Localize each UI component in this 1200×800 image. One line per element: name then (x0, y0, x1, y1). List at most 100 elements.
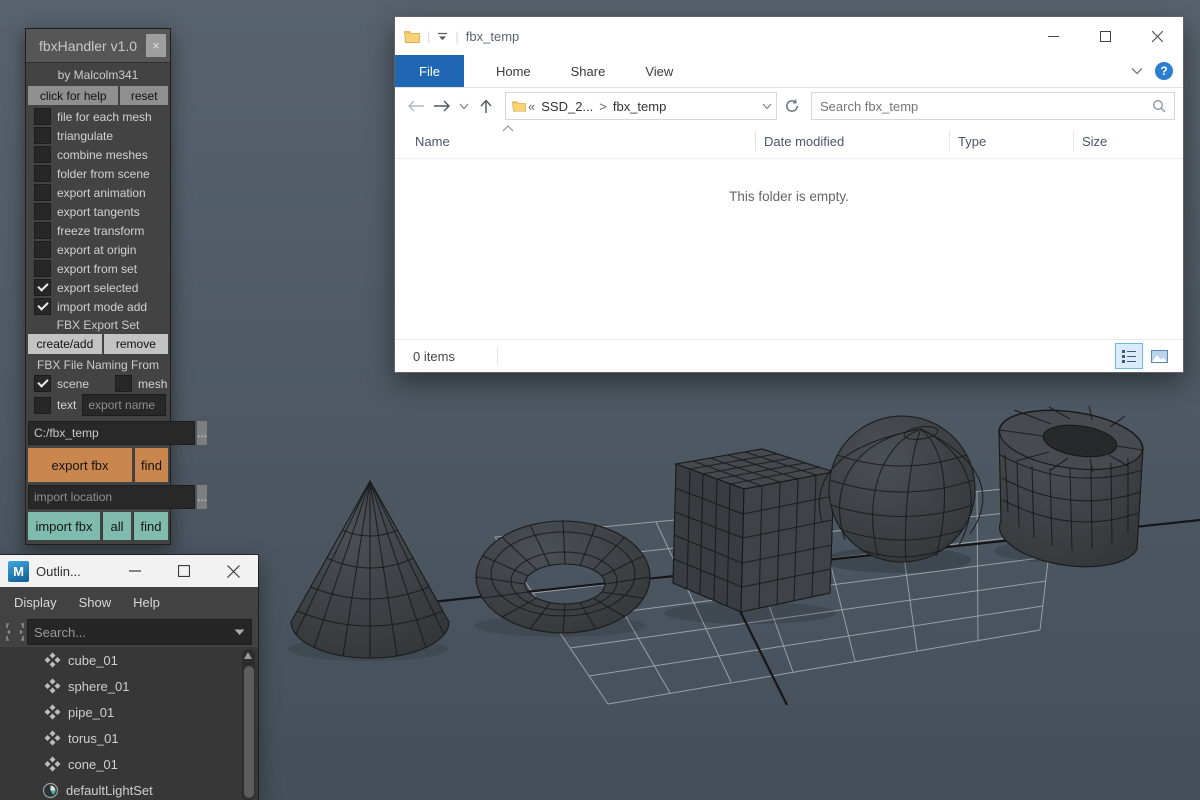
item-label: cone_01 (68, 756, 118, 772)
minimize-button[interactable] (1027, 17, 1079, 55)
maximize-icon[interactable] (178, 565, 190, 577)
cone-mesh[interactable] (290, 479, 450, 659)
outliner-item-default-light-set[interactable]: defaultLightSet (0, 777, 258, 800)
checkbox-text[interactable] (34, 396, 51, 414)
export-path-input[interactable] (28, 421, 195, 445)
item-label: sphere_01 (68, 678, 130, 694)
import-all-button[interactable]: all (102, 512, 131, 540)
export-find-button[interactable]: find (134, 448, 168, 482)
forward-button[interactable] (429, 100, 455, 112)
checkbox-file-for-each-mesh[interactable] (34, 108, 51, 125)
import-fbx-button[interactable]: import fbx (28, 512, 100, 540)
checkbox-import-mode-add[interactable] (34, 298, 51, 315)
breadcrumb-folder[interactable]: fbx_temp (613, 99, 666, 114)
refresh-button[interactable] (779, 93, 805, 119)
option-row: import mode add (28, 297, 168, 316)
outliner-item-pipe[interactable]: pipe_01 (0, 699, 258, 725)
breadcrumb-ellipsis[interactable]: « (528, 99, 535, 114)
expand-ribbon-chevron-icon[interactable] (1131, 67, 1143, 75)
minimize-icon[interactable] (129, 565, 141, 577)
pipe-mesh[interactable] (996, 402, 1146, 568)
checkbox-export-tangents[interactable] (34, 203, 51, 220)
filter-icon[interactable] (3, 620, 27, 644)
checkbox-export-selected[interactable] (34, 279, 51, 296)
recent-locations-button[interactable] (455, 103, 473, 110)
menu-display[interactable]: Display (14, 595, 57, 610)
close-icon[interactable] (227, 564, 240, 578)
export-fbx-button[interactable]: export fbx (28, 448, 132, 482)
import-browse-button[interactable]: ... (197, 485, 208, 509)
checkbox-scene[interactable] (34, 375, 51, 392)
option-row: freeze transform (28, 221, 168, 240)
address-bar[interactable]: « SSD_2... > fbx_temp (505, 92, 777, 120)
click-for-help-button[interactable]: click for help (28, 86, 119, 105)
fbx-handler-titlebar[interactable]: fbxHandler v1.0 × (26, 29, 170, 63)
tab-share[interactable]: Share (551, 55, 626, 87)
address-toolbar: « SSD_2... > fbx_temp Search fbx_temp (395, 88, 1183, 124)
mesh-icon (44, 678, 61, 694)
checkbox-export-at-origin[interactable] (34, 241, 51, 258)
checkbox-export-from-set[interactable] (34, 260, 51, 277)
details-view-icon (1121, 349, 1136, 363)
remove-button[interactable]: remove (103, 334, 168, 354)
checkbox-folder-from-scene[interactable] (34, 165, 51, 182)
mesh-icon (44, 704, 61, 720)
outliner-item-cone[interactable]: cone_01 (0, 751, 258, 777)
explorer-titlebar[interactable]: | | fbx_temp (395, 17, 1183, 55)
create-add-button[interactable]: create/add (28, 334, 102, 354)
cube-mesh[interactable] (672, 448, 835, 613)
outliner-item-cube[interactable]: cube_01 (0, 647, 258, 673)
address-dropdown-chevron-icon[interactable] (762, 103, 772, 110)
outliner-search-row: Search... (0, 617, 258, 647)
tab-file[interactable]: File (395, 55, 464, 87)
import-location-input[interactable] (28, 485, 195, 509)
outliner-scrollbar[interactable] (242, 649, 255, 800)
checkbox-export-animation[interactable] (34, 184, 51, 201)
option-row: combine meshes (28, 145, 168, 164)
search-box[interactable]: Search fbx_temp (811, 92, 1175, 120)
checkbox-label: export animation (57, 185, 146, 200)
quick-access-toolbar-icon[interactable] (437, 32, 448, 41)
back-button[interactable] (403, 100, 429, 112)
outliner-item-torus[interactable]: torus_01 (0, 725, 258, 751)
import-find-button[interactable]: find (133, 512, 168, 540)
column-header-name[interactable]: Name (395, 130, 755, 152)
menu-show[interactable]: Show (79, 595, 112, 610)
divider: | (455, 28, 459, 44)
scrollbar-thumb[interactable] (243, 666, 254, 798)
breadcrumb-drive[interactable]: SSD_2... (541, 99, 593, 114)
torus-mesh[interactable] (475, 520, 651, 634)
export-name-input[interactable] (82, 394, 167, 416)
column-header-size[interactable]: Size (1073, 130, 1179, 152)
column-headers: Name Date modified Type Size (395, 124, 1183, 159)
up-button[interactable] (473, 98, 499, 114)
option-row: triangulate (28, 126, 168, 145)
checkbox-freeze-transform[interactable] (34, 222, 51, 239)
close-button[interactable]: × (146, 34, 166, 57)
scroll-up-arrow-icon[interactable] (244, 652, 252, 659)
tab-home[interactable]: Home (476, 55, 551, 87)
checkbox-combine-meshes[interactable] (34, 146, 51, 163)
thumbnail-view-button[interactable] (1145, 343, 1173, 369)
maximize-button[interactable] (1079, 17, 1131, 55)
checkbox-triangulate[interactable] (34, 127, 51, 144)
details-view-button[interactable] (1115, 343, 1143, 369)
column-header-type[interactable]: Type (949, 130, 1073, 152)
fbx-export-set-label: FBX Export Set (56, 318, 140, 332)
sphere-mesh[interactable] (818, 415, 984, 563)
close-button[interactable] (1131, 17, 1183, 55)
outliner-menubar: Display Show Help (0, 587, 258, 617)
outliner-item-sphere[interactable]: sphere_01 (0, 673, 258, 699)
column-header-date-modified[interactable]: Date modified (755, 130, 949, 152)
tab-view[interactable]: View (625, 55, 693, 87)
reset-button[interactable]: reset (120, 86, 168, 105)
help-button[interactable]: ? (1155, 62, 1173, 80)
menu-help[interactable]: Help (133, 595, 160, 610)
outliner-titlebar[interactable]: M Outlin... (0, 555, 258, 587)
search-dropdown-chevron-icon[interactable] (234, 629, 245, 636)
export-browse-button[interactable]: ... (197, 421, 208, 445)
outliner-search-input[interactable]: Search... (27, 619, 252, 645)
checkbox-mesh[interactable] (115, 375, 133, 392)
breadcrumb-separator[interactable]: > (599, 99, 607, 114)
empty-folder-message: This folder is empty. (729, 189, 849, 204)
